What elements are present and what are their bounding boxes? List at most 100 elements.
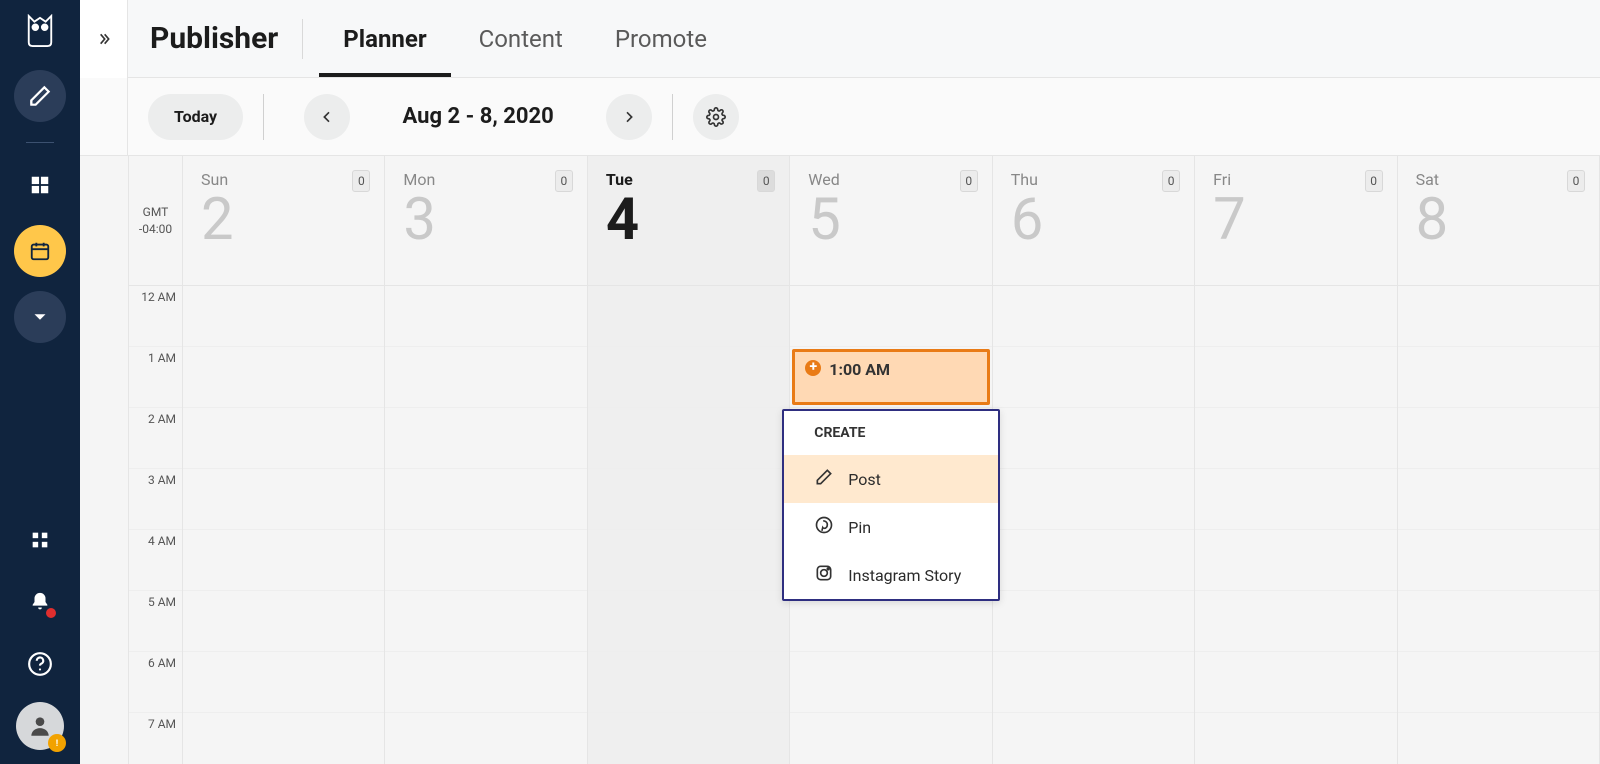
calendar-slot[interactable] <box>183 286 384 347</box>
day-column: Tue 4 0 <box>588 156 790 764</box>
day-post-count: 0 <box>352 170 370 192</box>
nav-more-button[interactable] <box>14 291 66 343</box>
compose-icon <box>814 467 834 491</box>
calendar-slot[interactable] <box>588 286 789 347</box>
calendar-slot[interactable] <box>385 713 586 764</box>
create-menu-item-label: Post <box>848 470 881 489</box>
toolbar-separator <box>672 94 673 140</box>
calendar-slot[interactable] <box>993 591 1194 652</box>
calendar-slot[interactable] <box>1195 530 1396 591</box>
calendar-slot[interactable] <box>993 713 1194 764</box>
nav-help-button[interactable] <box>16 640 64 688</box>
time-label: 5 AM <box>129 591 182 652</box>
calendar-slot[interactable] <box>588 530 789 591</box>
section-title: Publisher <box>150 21 278 56</box>
calendar-slot[interactable] <box>1398 469 1599 530</box>
today-button[interactable]: Today <box>148 94 243 140</box>
calendar-slot[interactable] <box>790 286 991 347</box>
tab-planner[interactable]: Planner <box>343 0 426 77</box>
day-column: Wed 5 0 1:00 AMCREATE Post Pin Instagram… <box>790 156 992 764</box>
popover-title: CREATE <box>784 411 998 455</box>
nav-planner-button[interactable] <box>14 225 66 277</box>
calendar-slot[interactable] <box>1398 408 1599 469</box>
today-button-label: Today <box>174 107 217 126</box>
create-menu-item[interactable]: Post <box>784 455 998 503</box>
calendar-slot[interactable] <box>385 347 586 408</box>
calendar-toolbar: Today Aug 2 - 8, 2020 <box>80 78 1600 156</box>
selected-slot[interactable]: 1:00 AM <box>792 349 989 405</box>
calendar-slot[interactable] <box>1195 469 1396 530</box>
calendar-slot[interactable] <box>1195 652 1396 713</box>
time-label: 7 AM <box>129 713 182 764</box>
calendar-slot[interactable] <box>790 713 991 764</box>
calendar-slot[interactable] <box>993 652 1194 713</box>
tab-label: Content <box>479 25 563 53</box>
calendar-slot[interactable] <box>993 530 1194 591</box>
calendar-slot[interactable] <box>385 591 586 652</box>
calendar-slot[interactable] <box>1195 286 1396 347</box>
calendar-slot[interactable] <box>183 530 384 591</box>
day-post-count: 0 <box>960 170 978 192</box>
create-menu-item[interactable]: Pin <box>784 503 998 551</box>
hootsuite-logo-icon <box>25 14 55 48</box>
day-header: Thu 6 0 <box>993 156 1194 286</box>
rail-separator <box>26 142 54 143</box>
calendar-slot[interactable] <box>588 469 789 530</box>
calendar-slot[interactable] <box>993 469 1194 530</box>
create-menu-item[interactable]: Instagram Story <box>784 551 998 599</box>
calendar-slot[interactable] <box>385 652 586 713</box>
calendar-slot[interactable] <box>183 713 384 764</box>
calendar-slot[interactable] <box>588 652 789 713</box>
calendar-slot[interactable] <box>183 652 384 713</box>
calendar-slot[interactable] <box>1195 591 1396 652</box>
calendar-slot[interactable] <box>1195 713 1396 764</box>
prev-week-button[interactable] <box>304 94 350 140</box>
compose-button[interactable] <box>14 70 66 122</box>
calendar-slot[interactable] <box>183 347 384 408</box>
tab-promote[interactable]: Promote <box>615 0 707 77</box>
day-number: 6 <box>1011 191 1180 249</box>
calendar-slot[interactable] <box>385 286 586 347</box>
calendar-slot[interactable] <box>790 652 991 713</box>
create-menu-item-label: Instagram Story <box>848 566 961 585</box>
calendar-slot[interactable] <box>1398 286 1599 347</box>
create-menu-item-label: Pin <box>848 518 871 537</box>
calendar-slot[interactable]: 1:00 AMCREATE Post Pin Instagram Story <box>790 347 991 408</box>
next-week-button[interactable] <box>606 94 652 140</box>
time-label: 2 AM <box>129 408 182 469</box>
nav-account-button[interactable]: ! <box>16 702 64 750</box>
calendar-slot[interactable] <box>1398 347 1599 408</box>
day-header: Wed 5 0 <box>790 156 991 286</box>
calendar-slot[interactable] <box>588 408 789 469</box>
calendar-slot[interactable] <box>993 347 1194 408</box>
calendar-slot[interactable] <box>1398 591 1599 652</box>
calendar-slot[interactable] <box>993 286 1194 347</box>
plus-icon <box>805 360 821 376</box>
account-alert-icon: ! <box>48 734 66 752</box>
calendar-settings-button[interactable] <box>693 94 739 140</box>
calendar-slot[interactable] <box>1195 408 1396 469</box>
calendar-slot[interactable] <box>183 469 384 530</box>
expand-sidebar-button[interactable] <box>80 0 128 78</box>
calendar-slot[interactable] <box>588 347 789 408</box>
calendar-slot[interactable] <box>183 408 384 469</box>
calendar-slot[interactable] <box>183 591 384 652</box>
calendar-slot[interactable] <box>1398 652 1599 713</box>
calendar-slot[interactable] <box>385 469 586 530</box>
calendar-slot[interactable] <box>588 713 789 764</box>
tab-content[interactable]: Content <box>479 0 563 77</box>
day-post-count: 0 <box>1365 170 1383 192</box>
calendar-slot[interactable] <box>1398 713 1599 764</box>
calendar-slot[interactable] <box>1195 347 1396 408</box>
nav-streams-button[interactable] <box>14 159 66 211</box>
calendar-slot[interactable] <box>588 591 789 652</box>
chevron-right-icon <box>621 109 637 125</box>
nav-apps-button[interactable] <box>16 516 64 564</box>
calendar-slot[interactable] <box>993 408 1194 469</box>
time-label: 12 AM <box>129 286 182 347</box>
day-number: 8 <box>1416 191 1585 249</box>
nav-notifications-button[interactable] <box>16 578 64 626</box>
calendar-slot[interactable] <box>1398 530 1599 591</box>
calendar-slot[interactable] <box>385 530 586 591</box>
calendar-slot[interactable] <box>385 408 586 469</box>
